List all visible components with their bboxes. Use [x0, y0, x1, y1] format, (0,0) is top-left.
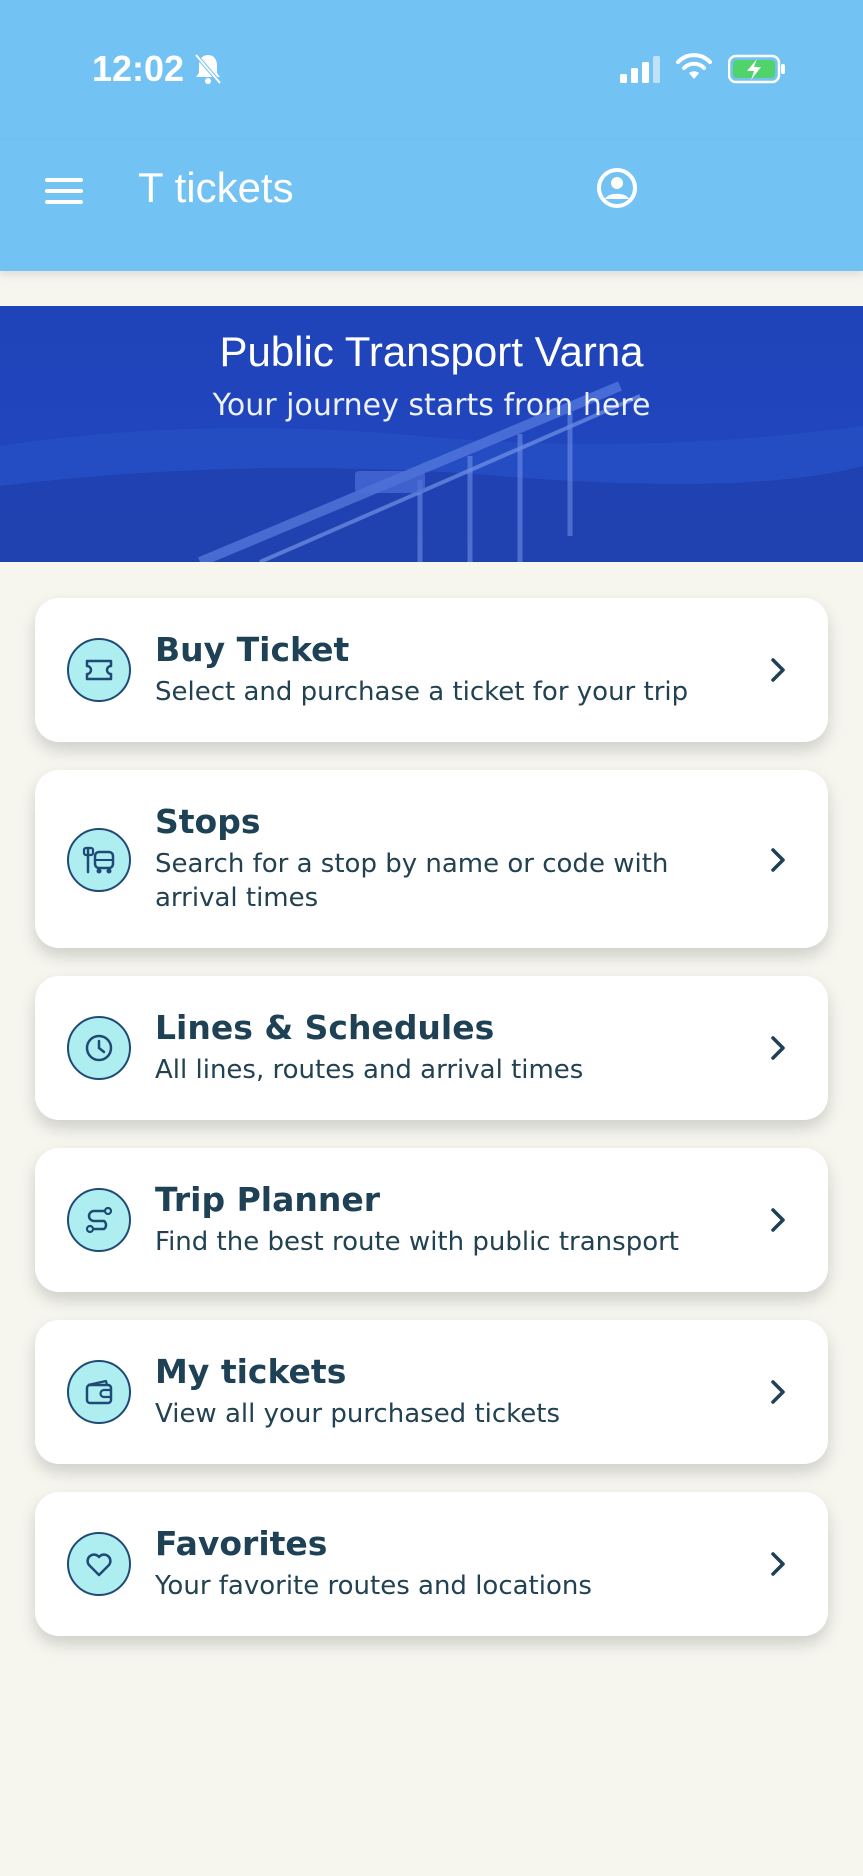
card-description: Find the best route with public transpor…	[155, 1227, 679, 1257]
favorites-card[interactable]: Favorites Your favorite routes and locat…	[35, 1492, 828, 1636]
chevron-right-icon	[771, 1552, 785, 1576]
my-tickets-card[interactable]: My tickets View all your purchased ticke…	[35, 1320, 828, 1464]
card-title: Favorites	[155, 1524, 328, 1563]
bus-stop-icon	[67, 828, 131, 892]
app-bar: T tickets	[0, 140, 863, 271]
card-description: Select and purchase a ticket for your tr…	[155, 677, 689, 707]
chevron-right-icon	[771, 1208, 785, 1232]
card-description: Your favorite routes and locations	[155, 1571, 592, 1601]
chevron-right-icon	[771, 848, 785, 872]
chevron-right-icon	[771, 658, 785, 682]
hero-title: Public Transport Varna	[219, 328, 644, 375]
stops-card[interactable]: Stops Search for a stop by name or code …	[35, 770, 828, 948]
buy-ticket-card[interactable]: Buy Ticket Select and purchase a ticket …	[35, 598, 828, 742]
status-bar: 12:02	[0, 0, 863, 140]
clock-icon	[67, 1016, 131, 1080]
status-time: 12:02	[92, 48, 185, 89]
wallet-icon	[67, 1360, 131, 1424]
card-description: All lines, routes and arrival times	[155, 1055, 584, 1085]
card-title: Buy Ticket	[155, 630, 350, 669]
app-title: T tickets	[138, 164, 294, 211]
hero-banner: Public Transport Varna Your journey star…	[0, 306, 863, 562]
battery-charging-icon	[728, 54, 785, 84]
wifi-icon	[676, 53, 712, 79]
card-title: Lines & Schedules	[155, 1008, 495, 1047]
chevron-right-icon	[771, 1036, 785, 1060]
hamburger-menu-icon[interactable]	[44, 174, 84, 208]
chevron-right-icon	[771, 1380, 785, 1404]
cellular-signal-icon	[620, 56, 660, 83]
card-title: Stops	[155, 802, 261, 841]
card-description: View all your purchased tickets	[155, 1399, 561, 1429]
hero-subtitle: Your journey starts from here	[212, 388, 651, 423]
trip-planner-card[interactable]: Trip Planner Find the best route with pu…	[35, 1148, 828, 1292]
route-icon	[67, 1188, 131, 1252]
card-title: My tickets	[155, 1352, 347, 1391]
ticket-icon	[67, 638, 131, 702]
silent-bell-icon	[194, 53, 222, 85]
card-title: Trip Planner	[155, 1180, 380, 1219]
account-icon[interactable]	[595, 166, 639, 210]
card-description: Search for a stop by name or code with a…	[155, 849, 669, 913]
lines-schedules-card[interactable]: Lines & Schedules All lines, routes and …	[35, 976, 828, 1120]
heart-icon	[67, 1532, 131, 1596]
